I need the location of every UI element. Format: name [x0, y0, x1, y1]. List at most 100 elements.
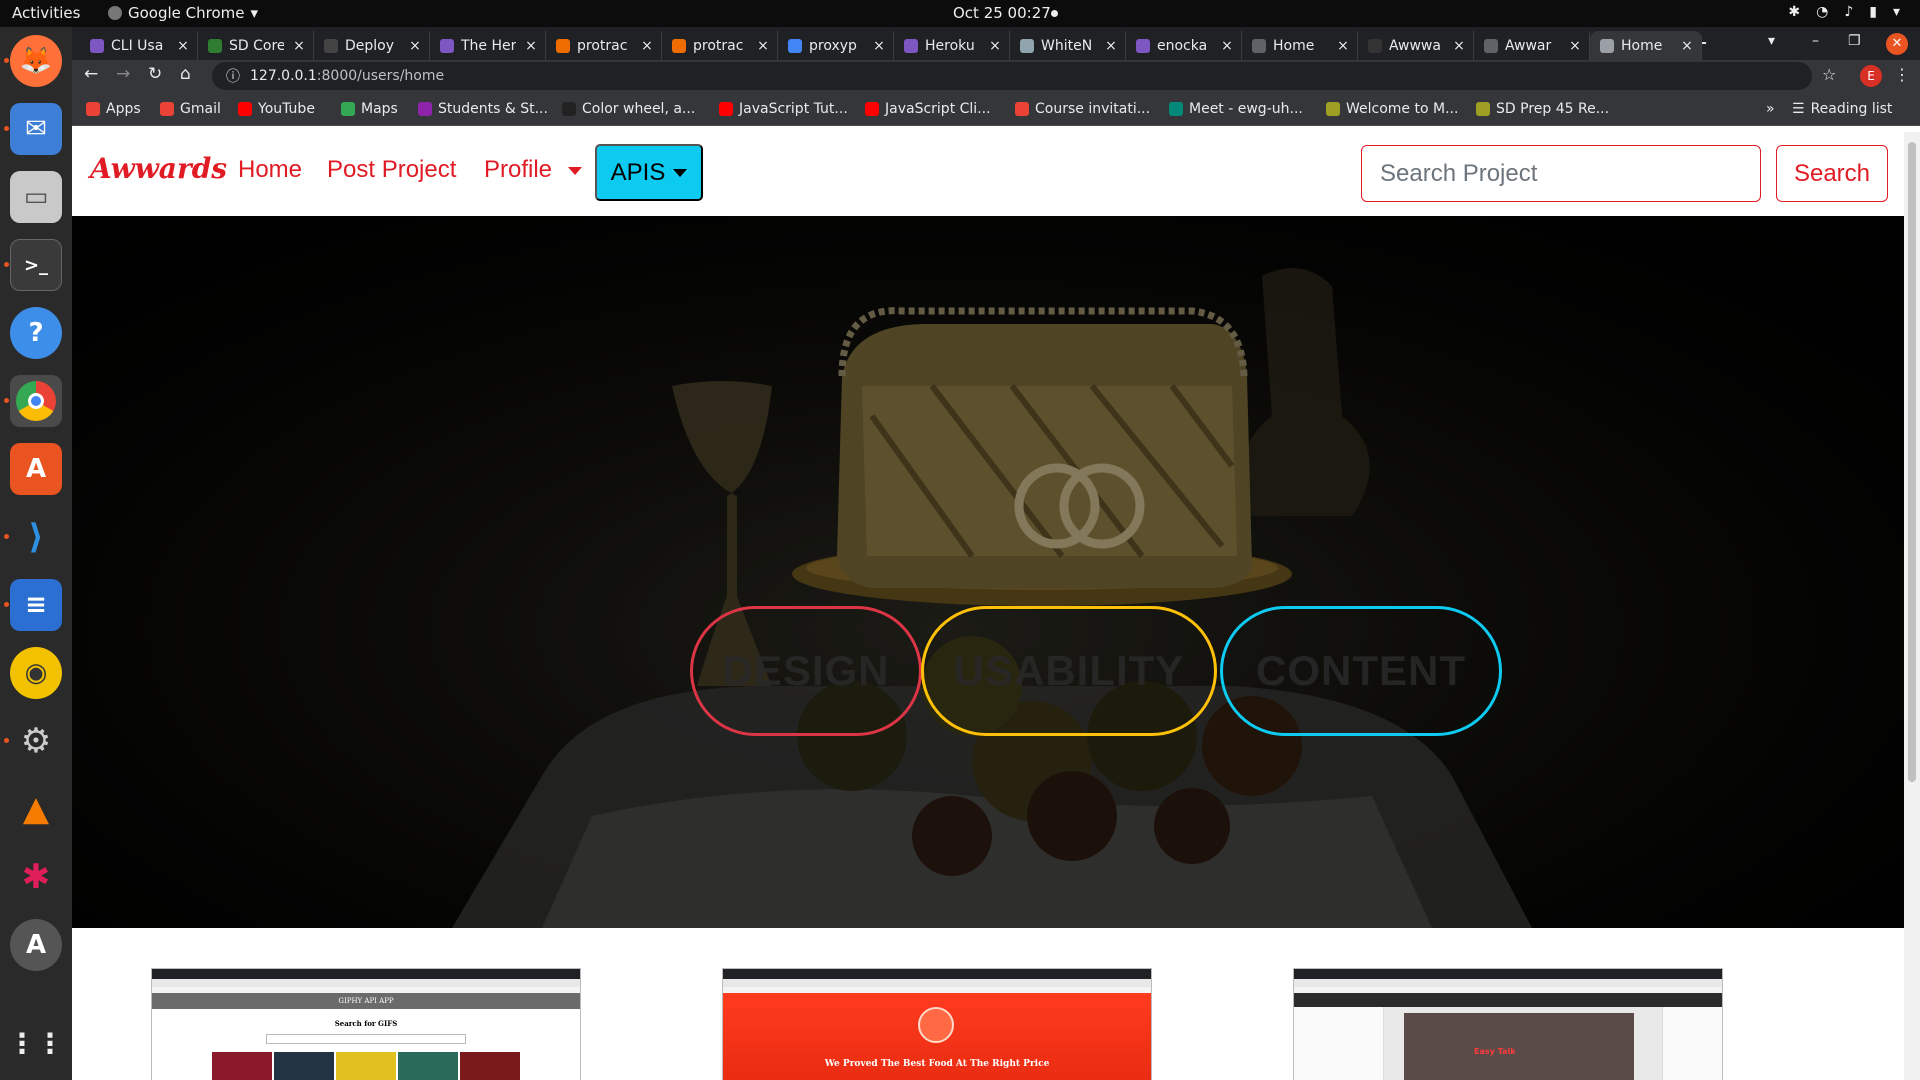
tab-13[interactable]: Home ×: [1590, 31, 1702, 60]
restore-button[interactable]: ❐: [1848, 33, 1861, 49]
show-apps-icon[interactable]: ⋮⋮: [8, 1017, 64, 1069]
tab-close-icon[interactable]: ×: [755, 38, 771, 54]
tab-close-icon[interactable]: ×: [1451, 38, 1467, 54]
tab-5[interactable]: protrac ×: [662, 31, 778, 60]
home-icon[interactable]: ⌂: [180, 64, 191, 84]
scrollbar-thumb[interactable]: [1908, 142, 1916, 782]
tab-3[interactable]: The Her ×: [430, 31, 546, 60]
writer-icon[interactable]: ≡: [10, 579, 62, 631]
chrome-dock-icon[interactable]: [10, 375, 62, 427]
apis-dropdown-button[interactable]: APIS: [595, 144, 703, 201]
project-card[interactable]: GIPHY API APP Search for GIFS: [151, 968, 581, 1080]
thunderbird-icon[interactable]: ✉: [10, 103, 62, 155]
minimize-button[interactable]: –: [1812, 33, 1819, 49]
terminal-icon[interactable]: >_: [10, 239, 62, 291]
address-bar[interactable]: ⓘ 127.0.0.1:8000/users/home: [212, 62, 1812, 90]
more-bookmarks-icon[interactable]: »: [1766, 101, 1775, 117]
tab-4[interactable]: protrac ×: [546, 31, 662, 60]
nav-profile-dropdown[interactable]: Profile: [484, 156, 583, 184]
bookmark-favicon-icon: [160, 102, 174, 116]
page-scrollbar[interactable]: [1904, 132, 1920, 1080]
back-icon[interactable]: ←: [84, 64, 98, 84]
battery-icon: ▮: [1869, 4, 1877, 20]
wifi-icon: ◔: [1816, 4, 1829, 20]
bookmark-favicon-icon: [1326, 102, 1340, 116]
tab-11[interactable]: Awwwa ×: [1358, 31, 1474, 60]
bookmark-5[interactable]: Color wheel, a...: [562, 101, 695, 117]
project-card[interactable]: Easy Talk: [1293, 968, 1723, 1080]
reading-list-button[interactable]: ☰ Reading list: [1792, 101, 1892, 117]
rhythmbox-icon[interactable]: ◉: [10, 647, 62, 699]
tab-7[interactable]: Heroku ×: [894, 31, 1010, 60]
search-button[interactable]: Search: [1776, 145, 1888, 202]
running-indicator: [4, 398, 9, 403]
tab-close-icon[interactable]: ×: [639, 38, 655, 54]
settings-icon[interactable]: ⚙: [10, 715, 62, 767]
firefox-icon[interactable]: 🦊: [10, 35, 62, 87]
vlc-icon[interactable]: ▲: [10, 783, 62, 835]
bookmark-2[interactable]: YouTube: [238, 101, 315, 117]
tab-2[interactable]: Deploy ×: [314, 31, 430, 60]
slack-icon[interactable]: ✱: [10, 851, 62, 903]
bookmark-star-icon[interactable]: ☆: [1822, 65, 1836, 84]
tab-close-icon[interactable]: ×: [1103, 38, 1119, 54]
forward-icon[interactable]: →: [116, 64, 130, 84]
nav-home[interactable]: Home: [238, 156, 302, 184]
menu-icon[interactable]: ⋮: [1894, 65, 1910, 84]
project-card[interactable]: We Proved The Best Food At The Right Pri…: [722, 968, 1152, 1080]
tab-close-icon[interactable]: ×: [407, 38, 423, 54]
brand-logo[interactable]: Awwards: [90, 152, 227, 185]
app-menu[interactable]: Google Chrome ▾: [108, 4, 258, 22]
files-icon[interactable]: ▭: [10, 171, 62, 223]
vscode-icon[interactable]: ⟩: [10, 511, 62, 563]
tab-close-icon[interactable]: ×: [1679, 38, 1695, 54]
system-top-bar: Activities Google Chrome ▾ Oct 25 00:27 …: [0, 0, 1920, 27]
tab-close-icon[interactable]: ×: [175, 38, 191, 54]
bookmark-label: JavaScript Cli...: [885, 101, 991, 117]
tab-1[interactable]: SD Core ×: [198, 31, 314, 60]
bookmark-4[interactable]: Students & St...: [418, 101, 548, 117]
software-center-icon[interactable]: A: [10, 443, 62, 495]
tab-favicon-icon: [1368, 38, 1382, 53]
running-indicator: [4, 58, 9, 63]
update-icon[interactable]: A: [10, 919, 62, 971]
tab-search-icon[interactable]: ▾: [1768, 33, 1775, 49]
tab-close-icon[interactable]: ×: [871, 38, 887, 54]
tab-10[interactable]: Home ×: [1242, 31, 1358, 60]
nav-post-project[interactable]: Post Project: [327, 156, 456, 184]
bookmark-6[interactable]: JavaScript Tut...: [719, 101, 848, 117]
bookmark-11[interactable]: SD Prep 45 Re...: [1476, 101, 1609, 117]
bookmark-8[interactable]: Course invitati...: [1015, 101, 1150, 117]
tab-title: Home: [1273, 37, 1315, 54]
tab-9[interactable]: enocka ×: [1126, 31, 1242, 60]
bookmark-label: Welcome to M...: [1346, 101, 1459, 117]
bookmark-0[interactable]: Apps: [86, 101, 141, 117]
tab-close-icon[interactable]: ×: [1335, 38, 1351, 54]
tab-title: Awwar: [1505, 37, 1552, 54]
reload-icon[interactable]: ↻: [148, 64, 162, 84]
tab-close-icon[interactable]: ×: [291, 38, 307, 54]
tab-close-icon[interactable]: ×: [523, 38, 539, 54]
tab-favicon-icon: [1020, 38, 1034, 53]
tab-6[interactable]: proxyp ×: [778, 31, 894, 60]
bookmark-10[interactable]: Welcome to M...: [1326, 101, 1458, 117]
tab-8[interactable]: WhiteN ×: [1010, 31, 1126, 60]
search-project-input[interactable]: [1361, 145, 1761, 202]
clock[interactable]: Oct 25 00:27: [953, 4, 1051, 22]
bookmark-3[interactable]: Maps: [341, 101, 398, 117]
bookmark-1[interactable]: Gmail: [160, 101, 221, 117]
activities-button[interactable]: Activities: [12, 4, 80, 22]
help-icon[interactable]: ?: [10, 307, 62, 359]
bookmark-9[interactable]: Meet - ewg-uh...: [1169, 101, 1303, 117]
tab-0[interactable]: CLI Usa ×: [80, 31, 198, 60]
hero-pill-content: CONTENT: [1220, 606, 1502, 736]
tab-close-icon[interactable]: ×: [1219, 38, 1235, 54]
tab-title: SD Core: [229, 37, 284, 54]
bookmark-7[interactable]: JavaScript Cli...: [865, 101, 991, 117]
system-tray[interactable]: ✱ ◔ ♪ ▮ ▾: [1788, 4, 1900, 20]
close-window-button[interactable]: ✕: [1886, 33, 1908, 55]
profile-avatar[interactable]: E: [1860, 65, 1882, 87]
tab-close-icon[interactable]: ×: [987, 38, 1003, 54]
tab-12[interactable]: Awwar ×: [1474, 31, 1590, 60]
tab-close-icon[interactable]: ×: [1567, 38, 1583, 54]
